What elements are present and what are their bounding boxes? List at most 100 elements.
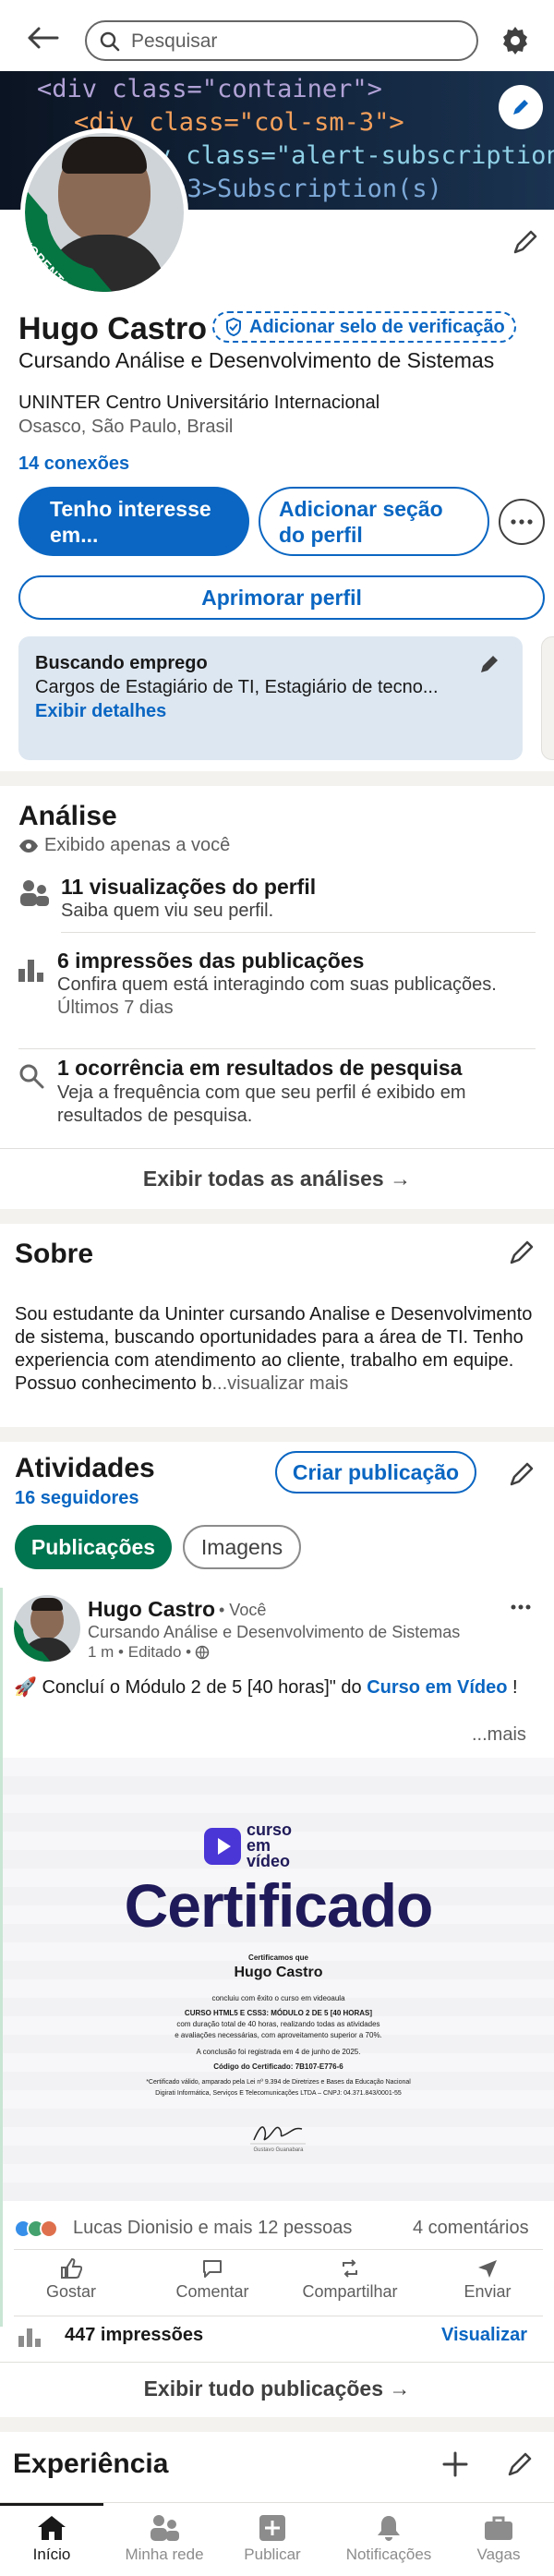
- eye-icon: [18, 839, 39, 853]
- certificate-line: Digirati Informática, Serviços E Telecom…: [155, 2090, 402, 2097]
- banner-code-line: <h3>Subscription(s): [157, 175, 442, 203]
- thumbs-up-icon: [61, 2258, 82, 2279]
- profile-headline: Cursando Análise e Desenvolvimento de Si…: [18, 348, 495, 372]
- nav-network[interactable]: Minha rede: [109, 2514, 220, 2564]
- comment-button[interactable]: Comentar: [162, 2258, 263, 2302]
- certificate-line: Código do Certificado: 7B107-E776-6: [213, 2062, 343, 2071]
- bar-chart-icon: [18, 956, 46, 982]
- analytics-item[interactable]: 6 impressões das publicações Confira que…: [0, 945, 554, 1037]
- ellipsis-icon: [511, 519, 533, 525]
- back-arrow-icon[interactable]: [26, 26, 59, 50]
- impressions-row: 447 impressões Visualizar: [0, 2316, 554, 2362]
- avatar[interactable]: #OPENTOWORK: [20, 128, 188, 296]
- reaction-icons[interactable]: [14, 2219, 58, 2238]
- verification-badge-button[interactable]: Adicionar selo de verificação: [212, 311, 516, 343]
- analytics-item[interactable]: 11 visualizações do perfil Saiba quem vi…: [0, 871, 554, 950]
- pencil-icon: [513, 100, 528, 115]
- view-analytics-link[interactable]: Visualizar: [441, 2325, 527, 2346]
- nav-home-label: Início: [32, 2546, 71, 2563]
- post-more-button[interactable]: [511, 1604, 531, 1610]
- profile-school: UNINTER Centro Universitário Internacion…: [18, 393, 380, 413]
- profile-card: <div class="container"> <div class="col-…: [0, 71, 554, 771]
- job-card-title: Buscando emprego: [35, 653, 208, 673]
- job-card-details-link[interactable]: Exibir detalhes: [35, 701, 166, 722]
- pencil-icon: [513, 230, 537, 254]
- post-author-avatar[interactable]: [14, 1595, 80, 1662]
- banner-code-line: <div class="alert-subscription">: [111, 141, 554, 170]
- experience-title: Experiência: [13, 2449, 169, 2479]
- edit-experience-button[interactable]: [506, 2450, 534, 2478]
- post-text-link[interactable]: Curso em Vídeo: [367, 1677, 507, 1698]
- gear-icon[interactable]: [500, 25, 531, 56]
- analytics-item[interactable]: 1 ocorrência em resultados de pesquisa V…: [0, 1052, 554, 1144]
- pencil-icon: [481, 656, 498, 672]
- post-meta: 1 m • Editado •: [88, 1643, 210, 1662]
- analytics-item-desc: Saiba quem viu seu perfil.: [61, 901, 274, 921]
- certificate-line: concluiu com êxito o curso em videoaula: [211, 1994, 345, 2002]
- like-button[interactable]: Gostar: [34, 2258, 108, 2302]
- create-post-button[interactable]: Criar publicação: [275, 1451, 476, 1494]
- tab-images-label: Imagens: [200, 1534, 283, 1559]
- repost-button[interactable]: Compartilhar: [285, 2258, 415, 2302]
- bar-chart-icon: [18, 2327, 42, 2347]
- nav-post[interactable]: Publicar: [222, 2514, 323, 2564]
- shield-check-icon: [226, 317, 241, 337]
- certificate-line: com duração total de 40 horas, realizand…: [176, 2020, 380, 2028]
- show-all-analytics-link[interactable]: Exibir todas as análises →: [0, 1167, 554, 1191]
- plus-icon: [442, 2451, 468, 2477]
- certificate-line: *Certificado válido, amparado pela Lei n…: [146, 2079, 411, 2086]
- send-button[interactable]: Enviar: [455, 2258, 520, 2302]
- more-options-button[interactable]: [499, 499, 545, 545]
- reactions-summary[interactable]: Lucas Dionisio e mais 12 pessoas: [73, 2218, 352, 2239]
- followers-count[interactable]: 16 seguidores: [15, 1488, 139, 1509]
- love-reaction-icon: [40, 2219, 58, 2238]
- post-see-more-link[interactable]: ...mais: [472, 1724, 526, 1746]
- about-see-more-link[interactable]: ...visualizar mais: [211, 1373, 348, 1394]
- edit-intro-button[interactable]: [512, 228, 539, 256]
- impressions-count: 447 impressões: [65, 2325, 204, 2345]
- tab-posts[interactable]: Publicações: [15, 1525, 172, 1569]
- show-all-posts-link[interactable]: Exibir tudo publicações →: [0, 2376, 554, 2401]
- edit-about-button[interactable]: [508, 1239, 536, 1266]
- connections-link[interactable]: 14 conexões: [18, 454, 129, 475]
- profile-name: Hugo Castro: [18, 311, 207, 346]
- nav-home[interactable]: Início: [0, 2514, 103, 2564]
- search-input[interactable]: Pesquisar: [85, 20, 478, 61]
- search-icon: [100, 31, 120, 52]
- improve-profile-label: Aprimorar perfil: [201, 585, 362, 610]
- post-text: 🚀 Concluí o Módulo 2 de 5 [40 horas]" do…: [14, 1676, 531, 1699]
- nav-network-label: Minha rede: [125, 2546, 204, 2563]
- add-post-icon: [259, 2515, 285, 2541]
- tab-images[interactable]: Imagens: [183, 1525, 301, 1569]
- nav-notifications-label: Notificações: [345, 2546, 432, 2563]
- edit-job-preferences-button[interactable]: [478, 653, 500, 675]
- certificate-name: Hugo Castro: [234, 1965, 323, 1980]
- add-experience-button[interactable]: [441, 2450, 469, 2478]
- post-meta-text: 1 m • Editado •: [88, 1643, 192, 1661]
- briefcase-icon: [485, 2516, 512, 2540]
- pencil-icon: [508, 2452, 532, 2476]
- nav-notifications[interactable]: Notificações: [329, 2514, 449, 2564]
- analytics-item-sub: Últimos 7 dias: [57, 998, 174, 1018]
- certificate-logo-text: curso em vídeo: [247, 1820, 293, 1870]
- add-profile-section-button[interactable]: Adicionar seção do perfil: [259, 487, 489, 556]
- edit-banner-button[interactable]: [499, 85, 543, 129]
- analytics-item-title: 11 visualizações do perfil: [61, 875, 317, 899]
- post-author-name[interactable]: Hugo Castro: [88, 1597, 215, 1622]
- repost-icon: [343, 2259, 357, 2278]
- certificate-line: CURSO HTML5 E CSS3: MÓDULO 2 DE 5 [40 HO…: [184, 2009, 373, 2017]
- home-icon: [38, 2516, 66, 2540]
- improve-profile-button[interactable]: Aprimorar perfil: [18, 575, 545, 620]
- comments-count[interactable]: 4 comentários: [413, 2218, 529, 2239]
- profile-location: Osasco, São Paulo, Brasil: [18, 417, 234, 437]
- analytics-item-title: 1 ocorrência em resultados de pesquisa: [57, 1056, 463, 1080]
- send-icon: [478, 2260, 497, 2278]
- open-to-work-card[interactable]: Buscando emprego Cargos de Estagiário de…: [18, 636, 523, 760]
- nav-jobs[interactable]: Vagas: [452, 2514, 545, 2564]
- edit-activity-button[interactable]: [508, 1460, 536, 1488]
- open-to-button[interactable]: Tenho interesse em...: [18, 487, 249, 556]
- post-image-certificate[interactable]: curso em vídeo Certificado Certificamos …: [3, 1758, 554, 2201]
- certificate-signer: Gustavo Guanabara: [253, 2147, 304, 2153]
- certificate-title: Certificado: [124, 1871, 434, 1940]
- nav-post-label: Publicar: [244, 2546, 301, 2563]
